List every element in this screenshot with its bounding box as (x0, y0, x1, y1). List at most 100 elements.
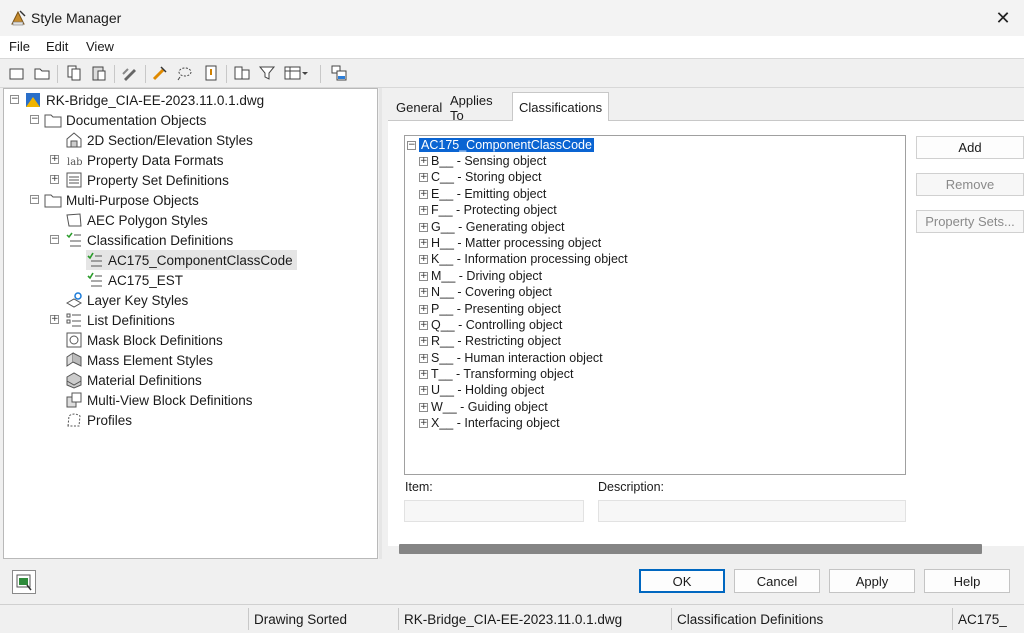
tree-item-property-data-formats[interactable]: lab Property Data Formats (65, 150, 224, 170)
tree-item-aec-polygon-styles[interactable]: AEC Polygon Styles (65, 210, 208, 230)
tree-item-multi-purpose-objects[interactable]: Multi-Purpose Objects (44, 190, 199, 210)
tree-item-profiles[interactable]: Profiles (65, 410, 132, 430)
expand-property-data-toggle[interactable]: + (50, 155, 59, 164)
tree-item-list-definitions[interactable]: List Definitions (65, 310, 175, 330)
expand-list-definitions-toggle[interactable]: + (50, 315, 59, 324)
expand-property-set-toggle[interactable]: + (50, 175, 59, 184)
classification-item[interactable]: + Q__ - Controlling object (419, 317, 562, 333)
collapse-classification-root-toggle[interactable]: − (407, 140, 416, 150)
expand-toggle[interactable]: + (419, 156, 428, 166)
description-field[interactable] (598, 500, 906, 522)
tab-classifications[interactable]: Classifications (512, 92, 610, 121)
tree-item-multi-view-block-definitions[interactable]: Multi-View Block Definitions (65, 390, 253, 410)
classification-item[interactable]: + X__ - Interfacing object (419, 415, 560, 431)
collapse-multipurpose-toggle[interactable]: − (30, 195, 39, 204)
tree-item-ac175-componentclasscode[interactable]: AC175_ComponentClassCode (86, 250, 297, 270)
drawing-file-icon (26, 93, 40, 107)
add-button[interactable]: Add (916, 136, 1024, 159)
menu-view[interactable]: View (86, 39, 114, 54)
tree-item-2d-section-styles[interactable]: 2D Section/Elevation Styles (65, 130, 253, 150)
toggle-view-icon[interactable] (330, 64, 348, 82)
classification-item[interactable]: + T__ - Transforming object (419, 366, 573, 382)
tree-item-property-set-definitions[interactable]: Property Set Definitions (65, 170, 229, 190)
synchronize-icon[interactable] (176, 64, 194, 82)
classification-item[interactable]: + K__ - Information processing object (419, 251, 628, 267)
purge-icon[interactable] (151, 64, 169, 82)
help-toggle-button[interactable] (12, 570, 36, 594)
tree-item-layer-key-styles[interactable]: Layer Key Styles (65, 290, 188, 310)
title-bar: Style Manager ✕ (0, 0, 1024, 36)
expand-toggle[interactable]: + (419, 353, 428, 363)
expand-toggle[interactable]: + (419, 254, 428, 264)
classification-item[interactable]: + S__ - Human interaction object (419, 350, 603, 366)
expand-toggle[interactable]: + (419, 222, 428, 232)
classification-tree[interactable]: − AC175_ComponentClassCode + B__ - Sensin… (404, 135, 906, 475)
property-sets-button[interactable]: Property Sets... (916, 210, 1024, 233)
tree-item-ac175-est[interactable]: AC175_EST (86, 270, 183, 290)
status-bar: Drawing Sorted RK-Bridge_CIA-EE-2023.11.… (0, 604, 1024, 632)
cancel-button[interactable]: Cancel (734, 569, 820, 593)
expand-toggle[interactable]: + (419, 205, 428, 215)
tree-item-documentation-objects[interactable]: Documentation Objects (44, 110, 206, 130)
expand-toggle[interactable]: + (419, 172, 428, 182)
filter-icon[interactable] (258, 64, 276, 82)
expand-toggle[interactable]: + (419, 287, 428, 297)
expand-toggle[interactable]: + (419, 369, 428, 379)
expand-toggle[interactable]: + (419, 189, 428, 199)
tab-applies-to[interactable]: Applies To (444, 93, 499, 123)
menu-edit[interactable]: Edit (46, 39, 68, 54)
classification-item[interactable]: + F__ - Protecting object (419, 202, 557, 218)
classification-icon (66, 232, 81, 247)
tab-general[interactable]: General (390, 94, 448, 121)
expand-toggle[interactable]: + (419, 402, 428, 412)
tree-item-mask-block-definitions[interactable]: Mask Block Definitions (65, 330, 223, 350)
classification-item[interactable]: + P__ - Presenting object (419, 301, 561, 317)
open-icon[interactable] (33, 64, 51, 82)
classification-item[interactable]: + B__ - Sensing object (419, 153, 546, 169)
classification-item[interactable]: + N__ - Covering object (419, 284, 552, 300)
multi-view-block-icon (66, 392, 82, 408)
classification-item[interactable]: + G__ - Generating object (419, 219, 564, 235)
classification-item[interactable]: + M__ - Driving object (419, 268, 542, 284)
ok-button[interactable]: OK (639, 569, 725, 593)
style-tree[interactable]: − RK-Bridge_CIA-EE-2023.11.0.1.dwg − Doc… (3, 88, 378, 559)
sort-icon[interactable] (233, 64, 251, 82)
copy-icon[interactable] (65, 64, 83, 82)
expand-toggle[interactable]: + (419, 336, 428, 346)
classification-root[interactable]: − AC175_ComponentClassCode (407, 137, 594, 153)
expand-toggle[interactable]: + (419, 385, 428, 395)
close-button[interactable]: ✕ (986, 4, 1020, 32)
properties-icon[interactable] (202, 64, 220, 82)
expand-toggle[interactable]: + (419, 271, 428, 281)
menu-file[interactable]: File (9, 39, 30, 54)
tree-item-classification-definitions[interactable]: Classification Definitions (65, 230, 233, 250)
classification-item[interactable]: + W__ - Guiding object (419, 399, 548, 415)
tree-item-mass-element-styles[interactable]: Mass Element Styles (65, 350, 213, 370)
remove-button[interactable]: Remove (916, 173, 1024, 196)
classification-item[interactable]: + E__ - Emitting object (419, 186, 546, 202)
apply-button[interactable]: Apply (829, 569, 915, 593)
collapse-documentation-toggle[interactable]: − (30, 115, 39, 124)
horizontal-scrollbar[interactable] (399, 544, 982, 554)
item-field[interactable] (404, 500, 584, 522)
expand-toggle[interactable]: + (419, 418, 428, 428)
classification-item-icon (87, 272, 102, 287)
tree-item-material-definitions[interactable]: Material Definitions (65, 370, 202, 390)
collapse-root-toggle[interactable]: − (10, 95, 19, 104)
expand-toggle[interactable]: + (419, 320, 428, 330)
expand-toggle[interactable]: + (419, 238, 428, 248)
expand-toggle[interactable]: + (419, 304, 428, 314)
edit-style-icon[interactable] (121, 64, 139, 82)
new-icon[interactable] (8, 64, 26, 82)
menu-bar: File Edit View (0, 36, 1024, 58)
classification-item[interactable]: + R__ - Restricting object (419, 333, 561, 349)
help-button[interactable]: Help (924, 569, 1010, 593)
classification-item[interactable]: + U__ - Holding object (419, 382, 544, 398)
classification-item[interactable]: + H__ - Matter processing object (419, 235, 601, 251)
classification-item[interactable]: + C__ - Storing object (419, 169, 541, 185)
tree-item-root[interactable]: RK-Bridge_CIA-EE-2023.11.0.1.dwg (24, 90, 264, 110)
view-options-icon[interactable] (284, 64, 308, 82)
collapse-classification-toggle[interactable]: − (50, 235, 59, 244)
paste-icon[interactable] (90, 64, 108, 82)
style-manager-icon (11, 10, 26, 26)
